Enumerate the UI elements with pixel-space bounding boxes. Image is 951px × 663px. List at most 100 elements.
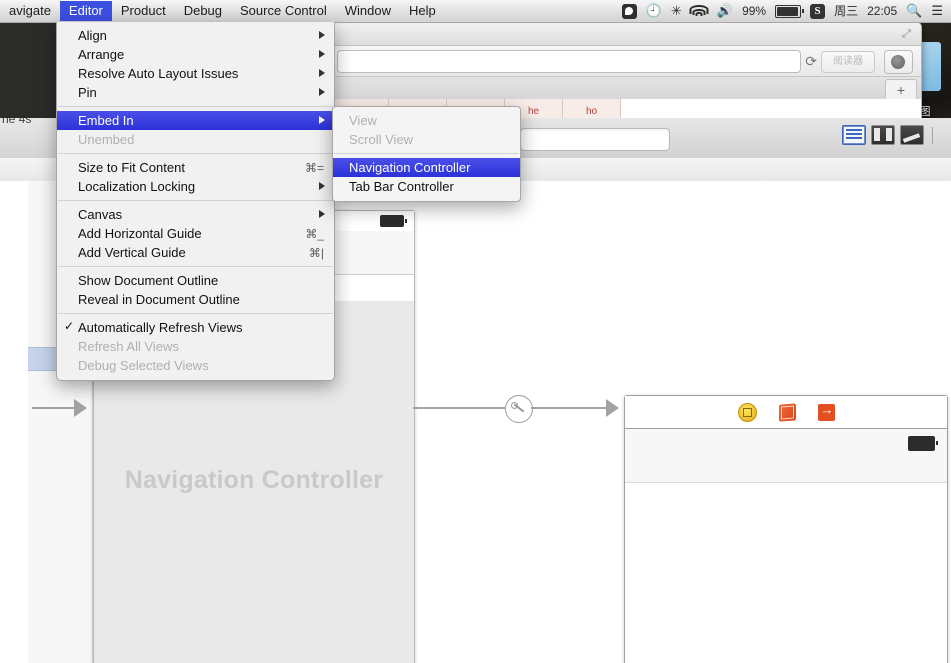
clock-time: 22:05	[867, 4, 898, 18]
submenu-item-navigation-controller[interactable]: Navigation Controller	[333, 158, 520, 177]
exit-icon[interactable]	[817, 402, 835, 421]
submenu-item-label: Tab Bar Controller	[349, 179, 454, 194]
status-bar	[625, 429, 947, 483]
submenu-item-view: View	[333, 111, 520, 130]
submenu-item-scroll-view: Scroll View	[333, 130, 520, 149]
menu-bar-status-area: 🕘 ✳ 🔊 99% S 周三 22:05 🔍 ☰	[621, 3, 951, 19]
share-button[interactable]	[884, 50, 913, 74]
reload-icon[interactable]: ⟳	[805, 53, 817, 70]
menu-item-source-control[interactable]: Source Control	[231, 1, 336, 21]
chevron-right-icon	[319, 116, 325, 124]
menu-item-resolve-auto-layout-issues[interactable]: Resolve Auto Layout Issues	[57, 64, 334, 83]
safari-titlebar[interactable]: ⤢	[331, 23, 921, 46]
menu-item-label: Align	[78, 28, 107, 43]
battery-icon	[908, 436, 938, 451]
device-selector-fragment[interactable]: ne 4s	[0, 118, 60, 158]
assistant-editor-button[interactable]	[871, 125, 895, 145]
battery-icon[interactable]	[775, 4, 805, 18]
menu-item-label: Arrange	[78, 47, 125, 62]
menu-separator	[334, 153, 519, 154]
menu-item-label: Localization Locking	[78, 179, 196, 194]
fullscreen-icon[interactable]: ⤢	[902, 28, 914, 40]
embed-in-submenu: View Scroll View Navigation Controller T…	[332, 106, 521, 202]
wifi-icon[interactable]	[689, 5, 709, 17]
menu-item-shortcut: ⌘_	[305, 226, 324, 241]
standard-editor-button[interactable]	[842, 125, 866, 145]
menu-item-embed-in[interactable]: Embed In	[57, 111, 334, 130]
menu-item-size-to-fit-content[interactable]: Size to Fit Content ⌘=	[57, 158, 334, 177]
scene-dock	[625, 396, 947, 429]
menu-item-editor[interactable]: Editor	[59, 1, 112, 21]
editor-mode-buttons	[842, 125, 933, 145]
menu-item-automatically-refresh-views[interactable]: ✓ Automatically Refresh Views	[57, 318, 334, 337]
chevron-right-icon	[319, 50, 325, 58]
menu-item-label: Size to Fit Content	[78, 160, 185, 175]
dropbox-icon[interactable]	[621, 3, 637, 19]
menu-item-label: Resolve Auto Layout Issues	[78, 66, 239, 81]
xcode-search-input[interactable]	[520, 128, 670, 151]
menu-item-window[interactable]: Window	[336, 1, 400, 21]
menu-item-label: Show Document Outline	[78, 273, 219, 288]
menu-item-refresh-all-views: Refresh All Views	[57, 337, 334, 356]
menu-item-add-vertical-guide[interactable]: Add Vertical Guide ⌘|	[57, 243, 334, 262]
submenu-item-label: Scroll View	[349, 132, 414, 147]
time-machine-icon[interactable]: 🕘	[646, 3, 662, 19]
submenu-item-label: Navigation Controller	[349, 160, 471, 175]
mac-menu-bar: avigate Editor Product Debug Source Cont…	[0, 0, 951, 23]
notification-center-icon[interactable]: ☰	[931, 3, 943, 19]
navigation-controller-title: Navigation Controller	[124, 466, 384, 494]
menu-item-label: Automatically Refresh Views	[78, 320, 243, 335]
menu-item-label: Embed In	[78, 113, 134, 128]
chevron-right-icon	[319, 69, 325, 77]
share-icon	[891, 55, 905, 69]
menu-item-show-document-outline[interactable]: Show Document Outline	[57, 271, 334, 290]
menu-item-arrange[interactable]: Arrange	[57, 45, 334, 64]
menu-item-shortcut: ⌘|	[308, 245, 324, 260]
menu-item-unembed: Unembed	[57, 130, 334, 149]
kana-mark: へ	[505, 95, 562, 100]
menu-item-reveal-in-document-outline[interactable]: Reveal in Document Outline	[57, 290, 334, 309]
device-label: ne 4s	[2, 118, 32, 126]
menu-item-add-horizontal-guide[interactable]: Add Horizontal Guide ⌘_	[57, 224, 334, 243]
menu-item-label: Unembed	[78, 132, 135, 147]
segue-line-right	[531, 407, 606, 409]
menu-separator	[58, 106, 333, 107]
spotlight-search-icon[interactable]: 🔍	[906, 3, 922, 19]
menu-item-canvas[interactable]: Canvas	[57, 205, 334, 224]
menu-item-align[interactable]: Align	[57, 26, 334, 45]
view-controller-scene[interactable]	[624, 395, 948, 663]
menu-item-navigate[interactable]: avigate	[0, 1, 60, 21]
menu-item-pin[interactable]: Pin	[57, 83, 334, 102]
volume-icon[interactable]: 🔊	[717, 3, 733, 19]
chevron-right-icon	[319, 210, 325, 218]
segue-line-left	[32, 407, 74, 409]
menu-item-label: Reveal in Document Outline	[78, 292, 240, 307]
menu-item-label: Refresh All Views	[78, 339, 179, 354]
menu-item-product[interactable]: Product	[112, 1, 175, 21]
menu-item-help[interactable]: Help	[400, 1, 445, 21]
segue-arrow-left	[74, 399, 87, 417]
view-controller-icon[interactable]	[737, 402, 757, 422]
segue-badge[interactable]	[505, 395, 533, 423]
menu-item-shortcut: ⌘=	[304, 160, 324, 175]
submenu-item-tab-bar-controller[interactable]: Tab Bar Controller	[333, 177, 520, 196]
menu-item-label: Add Horizontal Guide	[78, 226, 202, 241]
chevron-right-icon	[319, 182, 325, 190]
submenu-item-label: View	[349, 113, 377, 128]
menu-item-localization-locking[interactable]: Localization Locking	[57, 177, 334, 196]
toolbar-divider	[932, 126, 933, 144]
segue-line-middle	[413, 407, 505, 409]
reader-button[interactable]: 阅读器	[821, 51, 875, 73]
version-editor-button[interactable]	[900, 125, 924, 145]
chevron-right-icon	[319, 31, 325, 39]
input-method-icon[interactable]: S	[810, 3, 826, 19]
bluetooth-icon[interactable]: ✳	[671, 3, 682, 19]
menu-separator	[58, 266, 333, 267]
safari-address-input[interactable]	[337, 50, 801, 73]
kana-mark: は	[331, 95, 388, 100]
first-responder-icon[interactable]	[778, 402, 796, 422]
menu-item-label: Pin	[78, 85, 97, 100]
menu-item-debug[interactable]: Debug	[175, 1, 231, 21]
segue-arrow-right	[606, 399, 619, 417]
menu-separator	[58, 200, 333, 201]
